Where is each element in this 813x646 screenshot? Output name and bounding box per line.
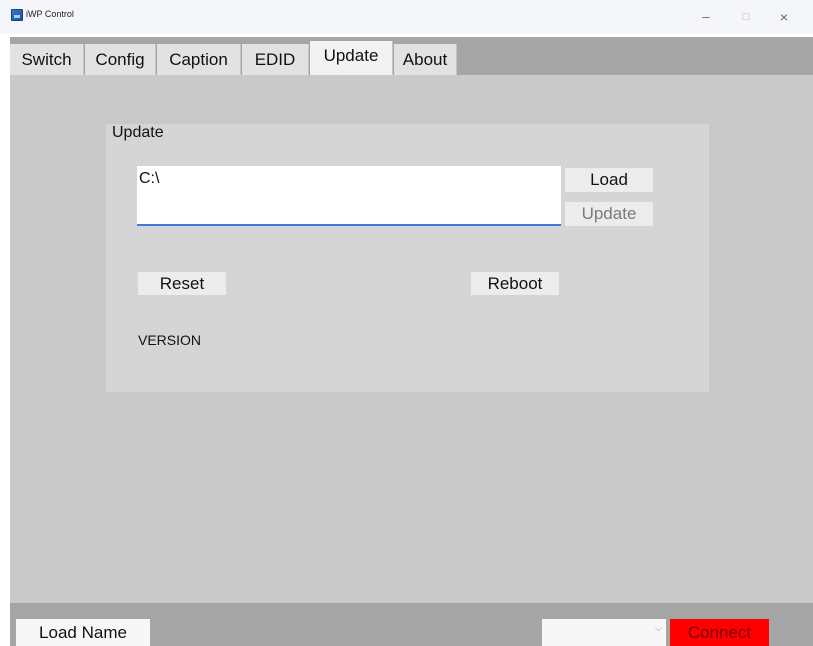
update-button[interactable]: Update bbox=[565, 202, 653, 226]
minimize-icon[interactable]: – bbox=[696, 8, 716, 26]
maximize-icon[interactable]: □ bbox=[736, 8, 756, 26]
window-title: iWP Control bbox=[26, 9, 74, 19]
tab-edid[interactable]: EDID bbox=[242, 44, 309, 75]
version-label: VERSION bbox=[138, 332, 202, 348]
port-select[interactable]: ⌵ bbox=[542, 619, 666, 646]
load-button[interactable]: Load bbox=[565, 168, 653, 192]
app-icon bbox=[11, 9, 23, 21]
tab-update[interactable]: Update bbox=[310, 41, 393, 75]
firmware-path-input[interactable] bbox=[137, 166, 561, 226]
reboot-button[interactable]: Reboot bbox=[471, 272, 559, 295]
tab-content-update: Update Load Update Reset Reboot VERSION bbox=[10, 75, 813, 603]
chevron-down-icon: ⌵ bbox=[655, 623, 662, 633]
tab-about[interactable]: About bbox=[394, 44, 457, 75]
tab-caption[interactable]: Caption bbox=[157, 44, 241, 75]
tab-switch[interactable]: Switch bbox=[10, 44, 84, 75]
connect-button[interactable]: Connect bbox=[670, 619, 769, 646]
close-icon[interactable]: × bbox=[774, 8, 794, 26]
window-titlebar: iWP Control – □ × bbox=[0, 0, 813, 34]
tab-bar: Switch Config Caption EDID Update About bbox=[10, 37, 813, 75]
update-group: Update Load Update Reset Reboot VERSION bbox=[106, 124, 709, 392]
bottom-bar: Load Name ⌵ Connect bbox=[10, 603, 813, 646]
tab-config[interactable]: Config bbox=[85, 44, 156, 75]
reset-button[interactable]: Reset bbox=[138, 272, 226, 295]
load-name-button[interactable]: Load Name bbox=[16, 619, 150, 646]
update-group-title: Update bbox=[112, 124, 164, 141]
